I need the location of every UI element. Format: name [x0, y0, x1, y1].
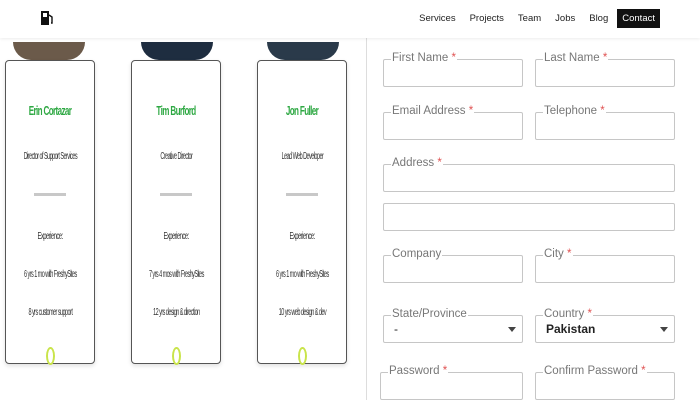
chevron-down-icon	[660, 327, 668, 332]
city-label: City *	[543, 248, 573, 260]
team-member-role: Director of Support Services	[23, 151, 77, 162]
gas-pump-icon[interactable]	[40, 10, 54, 26]
divider	[160, 193, 192, 196]
team-photo	[267, 42, 339, 60]
team-card: Erin Cortazar Director of Support Servic…	[5, 60, 95, 364]
state-label: State/Province	[391, 308, 468, 320]
section-divider	[366, 38, 367, 400]
country-label: Country *	[543, 308, 593, 320]
company-label: Company	[391, 248, 443, 260]
team-card: Tim Burford Creative Director Experience…	[131, 60, 221, 364]
experience-label: Experience:	[37, 231, 63, 242]
experience-line: 10 yrs web design & dev	[278, 307, 326, 318]
team-member-role: Lead Web Developer	[281, 151, 323, 162]
confirm-password-label: Confirm Password *	[543, 365, 647, 377]
divider	[286, 193, 318, 196]
divider	[34, 193, 66, 196]
team-section: Erin Cortazar Director of Support Servic…	[0, 38, 366, 400]
nav-jobs-link[interactable]: Jobs	[550, 10, 580, 27]
nav-contact-link[interactable]: Contact	[617, 9, 660, 28]
email-label: Email Address *	[391, 105, 475, 117]
password-label: Password *	[388, 365, 449, 377]
team-card: Jon Fuller Lead Web Developer Experience…	[257, 60, 347, 364]
top-navigation-bar: Services Projects Team Jobs Blog Contact	[0, 0, 700, 38]
nav-blog-link[interactable]: Blog	[584, 10, 613, 27]
nav-projects-link[interactable]: Projects	[465, 10, 509, 27]
team-photo	[13, 42, 85, 60]
team-member-role: Creative Director	[160, 151, 192, 162]
telephone-label: Telephone *	[543, 105, 606, 117]
team-member-name: Jon Fuller	[285, 103, 319, 118]
experience-line: 6 yrs 1 mo with FreshySites	[23, 269, 77, 280]
experience-line: 7 yrs 4 mos with FreshySites	[148, 269, 204, 280]
nav-team-link[interactable]: Team	[513, 10, 546, 27]
experience-line: 12 yrs design & direction	[152, 307, 200, 318]
main-nav: Services Projects Team Jobs Blog Contact	[410, 9, 660, 28]
team-member-name: Erin Cortazar	[28, 103, 72, 118]
first-name-label: First Name *	[391, 52, 457, 64]
country-value: Pakistan	[546, 322, 596, 336]
card-indicator-icon[interactable]	[46, 347, 55, 365]
address-line-2-input[interactable]	[383, 203, 675, 231]
card-indicator-icon[interactable]	[298, 347, 307, 365]
experience-line: 6 yrs 1 mo with FreshySites	[275, 269, 329, 280]
experience-label: Experience:	[163, 231, 189, 242]
experience-line: 8 yrs customer support	[28, 307, 72, 318]
state-value: -	[394, 322, 398, 336]
experience-label: Experience:	[289, 231, 315, 242]
team-photo	[141, 42, 213, 60]
last-name-label: Last Name *	[543, 52, 609, 64]
chevron-down-icon	[508, 327, 516, 332]
team-member-name: Tim Burford	[156, 103, 196, 118]
address-label: Address *	[391, 157, 443, 169]
nav-services-link[interactable]: Services	[414, 10, 460, 27]
card-indicator-icon[interactable]	[172, 347, 181, 365]
